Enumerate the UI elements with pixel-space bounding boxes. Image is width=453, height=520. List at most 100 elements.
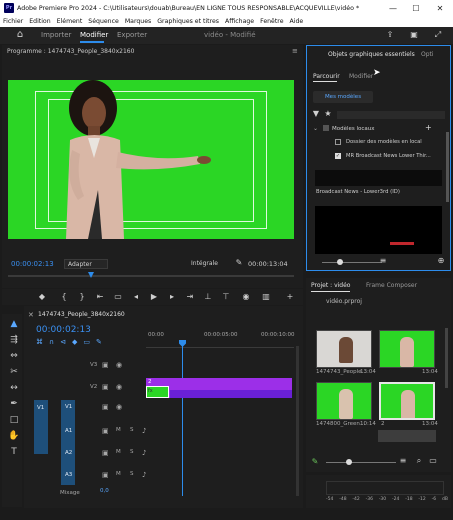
step-back-icon[interactable]: ◂ <box>130 292 142 302</box>
pen-icon[interactable]: ✎ <box>310 457 320 467</box>
lift-icon[interactable]: ⊥ <box>202 292 214 302</box>
solo-button[interactable]: S <box>130 427 134 433</box>
tab-modifier[interactable]: Modifier <box>80 31 108 39</box>
search-icon[interactable]: ⌕ <box>414 456 424 466</box>
tab-importer[interactable]: Importer <box>41 31 71 39</box>
project-item-2[interactable] <box>379 330 435 368</box>
extract-icon[interactable]: ⊤ <box>220 292 232 302</box>
slip-tool-icon[interactable]: ↔ <box>8 382 20 394</box>
minimize-button[interactable]: — <box>382 0 404 16</box>
sync-lock-icon[interactable]: ▣ <box>102 427 109 435</box>
sync-lock-icon[interactable]: ▣ <box>102 471 109 479</box>
type-tool-icon[interactable]: T <box>8 446 20 458</box>
project-scrollbar[interactable] <box>445 328 448 388</box>
razor-tool-icon[interactable]: ✂ <box>8 366 20 378</box>
solo-button[interactable]: S <box>130 471 134 477</box>
solo-button[interactable]: S <box>130 449 134 455</box>
mark-out-icon[interactable]: } <box>76 292 88 302</box>
mic-icon[interactable]: ♪ <box>142 449 146 457</box>
tab-options[interactable]: Opti <box>421 51 434 58</box>
checkbox-local-folder[interactable] <box>335 139 341 145</box>
eye-icon[interactable]: ◉ <box>116 361 122 369</box>
mute-button[interactable]: M <box>116 449 121 455</box>
menu-fenetre[interactable]: Fenêtre <box>260 18 283 25</box>
mark-in-icon[interactable]: { <box>58 292 70 302</box>
mic-icon[interactable]: ♪ <box>142 427 146 435</box>
program-scrub-bar[interactable] <box>8 275 294 277</box>
sync-lock-icon[interactable]: ▣ <box>102 361 109 369</box>
menu-affichage[interactable]: Affichage <box>225 18 254 25</box>
menu-graphiques[interactable]: Graphiques et titres <box>157 18 219 25</box>
time-ruler[interactable]: 00:00 00:00:05:00 00:00:10:00 <box>146 328 295 348</box>
add-button-icon[interactable]: + <box>284 292 296 302</box>
maximize-button[interactable]: ☐ <box>405 0 427 16</box>
panel-menu-icon[interactable]: ≡ <box>292 47 298 55</box>
zoom-handle[interactable] <box>346 459 352 465</box>
track-select-icon[interactable]: ⇶ <box>8 334 20 346</box>
tree-broadcast[interactable]: MR Broadcast News Lower Thir... <box>346 153 431 159</box>
play-icon[interactable]: ▶ <box>148 292 160 302</box>
fullscreen-icon[interactable]: ⤢ <box>432 30 444 40</box>
sync-lock-icon[interactable]: ▣ <box>102 449 109 457</box>
sequence-tab[interactable]: 1474743_People_3840x2160 <box>38 311 125 318</box>
tree-local-folder[interactable]: Dossier des modèles en local <box>346 139 422 145</box>
thumb-size-handle[interactable] <box>337 259 343 265</box>
sync-lock-icon[interactable]: ▣ <box>102 383 109 391</box>
sync-lock-icon[interactable]: ▣ <box>102 403 109 411</box>
zoom-slider[interactable] <box>326 462 396 463</box>
project-item-1[interactable] <box>316 330 372 368</box>
go-to-out-icon[interactable]: ⇥ <box>184 292 196 302</box>
egp-scrollbar[interactable] <box>446 132 449 202</box>
new-bin-icon[interactable]: ▭ <box>428 456 438 466</box>
timeline-timecode[interactable]: 00:00:02:13 <box>36 325 91 335</box>
list-view-icon[interactable]: ≡ <box>398 456 408 466</box>
selection-tool-icon[interactable]: ▲ <box>8 318 20 330</box>
tree-local-templates[interactable]: Modèles locaux <box>332 126 375 132</box>
rectangle-tool-icon[interactable]: □ <box>8 414 20 426</box>
quick-export-icon[interactable]: ▣ <box>408 30 420 40</box>
mute-button[interactable]: M <box>116 427 121 433</box>
go-to-in-icon[interactable]: ⇤ <box>94 292 106 302</box>
filter-icon[interactable]: ▼ <box>311 109 321 119</box>
mix-value[interactable]: 0,0 <box>100 488 109 494</box>
menu-edition[interactable]: Edition <box>29 18 50 25</box>
pen-tool-icon[interactable]: ✒ <box>8 398 20 410</box>
fit-select[interactable]: Adapter <box>64 259 108 269</box>
workspaces-icon[interactable]: ⇪ <box>384 30 396 40</box>
new-layer-icon[interactable]: ⊕ <box>435 256 447 266</box>
home-icon[interactable]: ⌂ <box>14 30 26 40</box>
menu-fichier[interactable]: Fichier <box>3 18 23 25</box>
tab-frame-composer[interactable]: Frame Composer <box>366 282 417 289</box>
timeline-vscroll[interactable] <box>296 346 299 496</box>
project-item-3[interactable] <box>316 382 372 420</box>
chevron-down-icon[interactable]: ⌄ <box>313 125 318 132</box>
star-icon[interactable]: ★ <box>323 109 333 119</box>
menu-marques[interactable]: Marques <box>125 18 151 25</box>
program-timecode[interactable]: 00:00:02:13 <box>11 260 54 268</box>
eye-icon[interactable]: ◉ <box>116 403 122 411</box>
subtab-modifier[interactable]: Modifier <box>349 73 373 80</box>
close-button[interactable]: ✕ <box>429 0 451 16</box>
template-thumb-2[interactable] <box>315 206 442 254</box>
add-folder-icon[interactable]: + <box>425 123 432 132</box>
checkbox-broadcast[interactable]: ✓ <box>335 153 341 159</box>
list-view-icon[interactable]: ≡ <box>377 256 389 266</box>
tab-exporter[interactable]: Exporter <box>117 31 147 39</box>
step-forward-icon[interactable]: ▸ <box>166 292 178 302</box>
template-search-input[interactable] <box>337 111 445 119</box>
thumb-size-slider[interactable] <box>322 262 382 263</box>
hand-tool-icon[interactable]: ✋ <box>8 430 20 442</box>
project-item-4-selected[interactable] <box>379 382 435 420</box>
program-video-frame[interactable] <box>8 80 294 239</box>
menu-aide[interactable]: Aide <box>290 18 304 25</box>
ripple-edit-icon[interactable]: ⇔ <box>8 350 20 362</box>
my-templates-button[interactable]: Mes modèles <box>313 91 373 103</box>
tab-objets-graphiques[interactable]: Objets graphiques essentiels <box>328 51 415 58</box>
eye-icon[interactable]: ◉ <box>116 383 122 391</box>
close-sequence-icon[interactable]: ✕ <box>28 311 34 319</box>
timeline-toggles[interactable]: ⌘∩⊲◆▭✎ <box>36 338 146 348</box>
mute-button[interactable]: M <box>116 471 121 477</box>
quality-select[interactable]: Intégrale <box>191 260 218 267</box>
wrench-icon[interactable]: ✎ <box>234 258 244 268</box>
tab-projet[interactable]: Projet : vidéo <box>311 282 350 289</box>
